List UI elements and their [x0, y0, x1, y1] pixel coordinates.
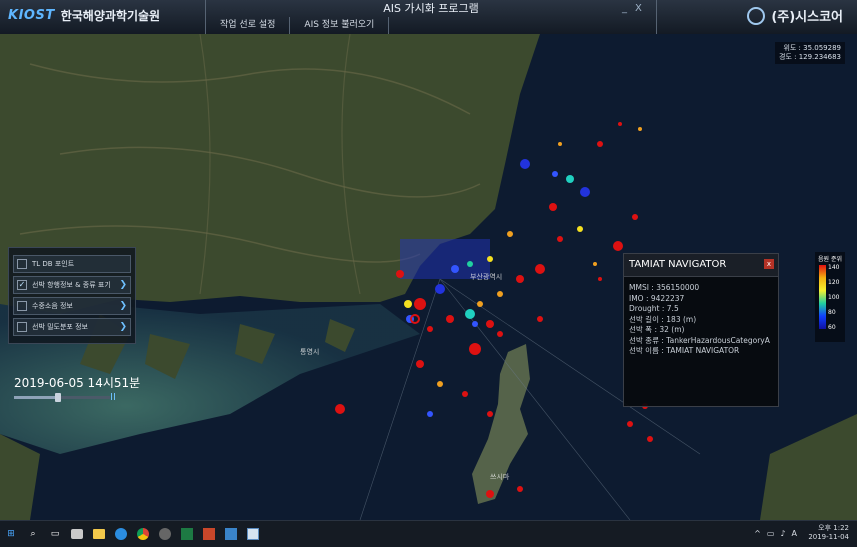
pause-button[interactable]: II [110, 392, 116, 403]
layer-underwater-noise[interactable]: 수중소음 정보 ❯ [13, 297, 131, 315]
chrome-icon[interactable] [136, 527, 150, 541]
noise-level-legend: 음원 준위 140 120 100 80 60 [815, 252, 845, 342]
layer-checkbox[interactable] [17, 301, 27, 311]
time-slider-fill [14, 396, 58, 399]
chevron-right-icon[interactable]: ❯ [119, 322, 127, 332]
input-language-icon[interactable]: A [792, 529, 797, 538]
vessel-mmsi: MMSI : 356150000 [629, 283, 700, 292]
layer-checkbox[interactable] [17, 259, 27, 269]
legend-tick: 100 [828, 294, 840, 301]
app-icon-1[interactable] [70, 527, 84, 541]
vessel-type: 선박 종류 : TankerHazardousCategoryA [629, 335, 770, 345]
edge-icon[interactable] [114, 527, 128, 541]
file-explorer-icon[interactable] [92, 527, 106, 541]
layer-label: 수중소음 정보 [32, 302, 73, 310]
company-mark-icon [747, 6, 766, 25]
company-name: (주)시스코어 [771, 10, 843, 25]
close-window-button[interactable]: X [635, 3, 642, 14]
longitude-text: 경도 : 129.234683 [779, 53, 841, 61]
popup-header: TAMIAT NAVIGATOR x [624, 254, 778, 277]
menu-bar: 작업 선로 설정 AIS 정보 불러오기 [205, 17, 657, 34]
svg-text:부산광역시: 부산광역시 [470, 272, 502, 281]
layer-tl-db-points[interactable]: TL DB 포인트 [13, 255, 131, 273]
layer-label: 선박 항행정보 & 종류 표기 [32, 281, 111, 289]
layer-label: TL DB 포인트 [32, 260, 75, 268]
clock-time: 오후 1:22 [818, 524, 849, 532]
popup-body: MMSI : 356150000 IMO : 9422237 Drought :… [624, 277, 778, 363]
coordinate-readout: 위도 : 35.059289 경도 : 129.234683 [775, 42, 845, 64]
clock[interactable]: 오후 1:22 2019-11-04 [808, 524, 849, 542]
windows-start-icon[interactable]: ⊞ [4, 527, 18, 541]
powerpoint-icon[interactable] [202, 527, 216, 541]
app-icon-4[interactable] [246, 527, 260, 541]
legend-color-bar [819, 265, 826, 329]
menu-route-settings[interactable]: 작업 선로 설정 [206, 17, 291, 34]
network-icon[interactable]: ▭ [767, 529, 775, 538]
excel-icon[interactable] [180, 527, 194, 541]
layer-checkbox-checked[interactable]: ✓ [17, 280, 27, 290]
system-tray-icons: ^ ▭ ♪ A [754, 529, 797, 538]
logo-mark: KIOST [8, 8, 55, 23]
volume-icon[interactable]: ♪ [780, 529, 785, 538]
company-logo: (주)시스코어 [747, 6, 843, 25]
org-name: 한국해양과학기술원 [60, 9, 161, 23]
app-icon-3[interactable] [224, 527, 238, 541]
app-title: AIS 가시화 프로그램 [205, 0, 657, 17]
time-slider[interactable] [14, 393, 110, 402]
layer-checkbox[interactable] [17, 322, 27, 332]
vessel-length: 선박 길이 : 183 (m) [629, 314, 697, 324]
title-bar: KIOST 한국해양과학기술원 AIS 가시화 프로그램 작업 선로 설정 AI… [0, 0, 857, 35]
vessel-imo: IMO : 9422237 [629, 293, 685, 303]
timestamp-display: 2019-06-05 14시51분 [14, 376, 141, 390]
svg-text:통영시: 통영시 [300, 347, 319, 356]
window-controls: _ X [622, 3, 642, 14]
latitude-text: 위도 : 35.059289 [783, 44, 841, 52]
vessel-draught: Drought : 7.5 [629, 304, 679, 313]
vessel-info-popup: TAMIAT NAVIGATOR x MMSI : 356150000 IMO … [623, 253, 779, 407]
legend-tick: 140 [828, 264, 840, 271]
task-view-icon[interactable]: ▭ [48, 527, 62, 541]
kiost-logo: KIOST 한국해양과학기술원 [8, 7, 160, 24]
popup-title: TAMIAT NAVIGATOR [629, 259, 727, 270]
chevron-right-icon[interactable]: ❯ [119, 301, 127, 311]
layer-label: 선박 밀도분포 정보 [32, 323, 88, 331]
clock-date: 2019-11-04 [808, 533, 849, 541]
legend-tick: 60 [828, 324, 836, 331]
vessel-name: 선박 이름 : TAMIAT NAVIGATOR [629, 346, 740, 355]
menu-load-ais[interactable]: AIS 정보 불러오기 [290, 17, 390, 34]
minimize-button[interactable]: _ [622, 3, 627, 14]
layer-vessel-density[interactable]: 선박 밀도분포 정보 ❯ [13, 318, 131, 336]
time-slider-handle[interactable] [55, 393, 61, 402]
chevron-right-icon[interactable]: ❯ [119, 280, 127, 290]
map-view[interactable]: 부산광역시 통영시 쓰시마 위도 : 35.059289 경도 : 129.23… [0, 34, 857, 520]
legend-tick: 120 [828, 279, 840, 286]
legend-title: 음원 준위 [818, 256, 842, 263]
layer-panel: TL DB 포인트 ✓ 선박 항행정보 & 종류 표기 ❯ 수중소음 정보 ❯ … [8, 247, 136, 344]
legend-tick: 80 [828, 309, 836, 316]
close-icon[interactable]: x [764, 259, 774, 269]
tray-expand-icon[interactable]: ^ [754, 529, 761, 538]
search-icon[interactable]: ⌕ [26, 527, 40, 541]
app-icon-2[interactable] [158, 527, 172, 541]
vessel-width: 선박 폭 : 32 (m) [629, 325, 685, 334]
layer-vessel-nav-info[interactable]: ✓ 선박 항행정보 & 종류 표기 ❯ [13, 276, 131, 294]
svg-text:쓰시마: 쓰시마 [490, 472, 510, 481]
windows-taskbar: ⊞ ⌕ ▭ ^ ▭ ♪ A 오후 1:22 2019-11-04 [0, 520, 857, 547]
